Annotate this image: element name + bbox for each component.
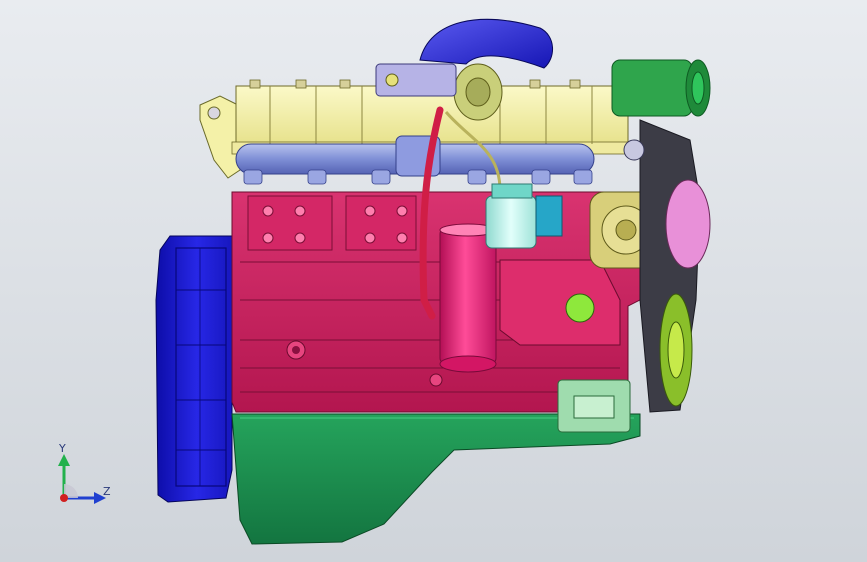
flywheel-housing[interactable] [155,235,239,503]
engine-model[interactable] [0,0,867,562]
axis-icon [58,454,106,504]
coordinate-triad: Y Z [44,440,124,520]
lifting-bracket[interactable] [199,95,241,179]
axis-y-label: Y [59,442,66,455]
oil-pan[interactable] [231,413,641,545]
engine-mount[interactable] [557,379,631,433]
axis-z-label: Z [103,485,111,498]
ac-compressor[interactable] [611,59,711,117]
3d-viewport[interactable]: Y Z [0,0,867,562]
